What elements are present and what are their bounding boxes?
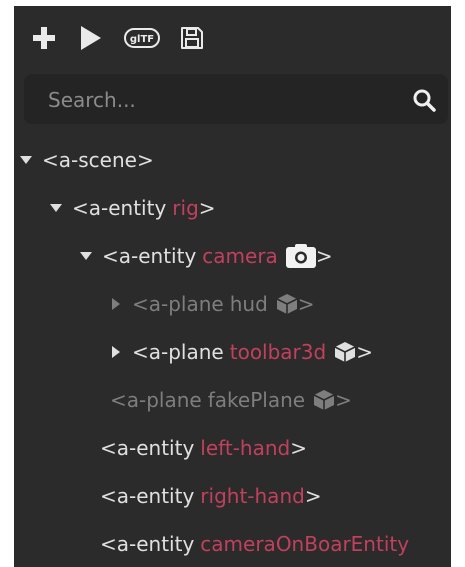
entity-id: toolbar3d bbox=[229, 340, 327, 364]
entity-id: left-hand bbox=[200, 436, 291, 460]
tag-open-bracket: < bbox=[100, 436, 117, 460]
toolbar: glTF bbox=[14, 6, 451, 68]
cube-icon bbox=[313, 389, 335, 411]
tag-close-bracket: > bbox=[290, 436, 307, 460]
tag-name: a-scene bbox=[58, 148, 137, 172]
entity-id: fakePlane bbox=[207, 388, 306, 412]
tag-open-bracket: < bbox=[100, 484, 117, 508]
entity-id: right-hand bbox=[200, 484, 305, 508]
tag-open-bracket: < bbox=[110, 388, 127, 412]
play-button[interactable] bbox=[80, 24, 102, 52]
tag-name: a-entity bbox=[116, 532, 195, 556]
entity-id: hud bbox=[229, 292, 268, 316]
tree-node-hud[interactable]: < a-plane hud > bbox=[14, 280, 451, 328]
tag-open-bracket: < bbox=[72, 196, 89, 220]
expanded-caret-icon[interactable] bbox=[20, 154, 32, 166]
tag-close-bracket: > bbox=[136, 148, 154, 172]
tag-name: a-entity bbox=[116, 484, 195, 508]
plus-icon bbox=[33, 27, 55, 49]
tree-node-toolbar3d[interactable]: < a-plane toolbar3d > bbox=[14, 328, 451, 376]
search-icon[interactable] bbox=[412, 88, 436, 112]
tag-open-bracket: < bbox=[102, 244, 119, 268]
camera-icon bbox=[285, 244, 316, 268]
scene-tree: < a-scene > < a-entity rig > < a-entity camera > < a… bbox=[14, 136, 451, 567]
tree-node-cameraOnBoarEntity[interactable]: < a-entity cameraOnBoarEntity bbox=[14, 520, 451, 567]
tag-close-bracket: > bbox=[335, 388, 352, 412]
tree-node-left-hand[interactable]: < a-entity left-hand > bbox=[14, 424, 451, 472]
tag-close-bracket: > bbox=[356, 340, 373, 364]
tag-close-bracket: > bbox=[315, 244, 333, 268]
entity-id: camera bbox=[202, 244, 278, 268]
tag-name: a-entity bbox=[88, 196, 167, 220]
tag-close-bracket: > bbox=[297, 292, 315, 316]
search-box bbox=[24, 74, 448, 126]
gltf-icon-label: glTF bbox=[130, 34, 154, 45]
tag-open-bracket: < bbox=[132, 340, 149, 364]
expanded-caret-icon[interactable] bbox=[50, 202, 62, 214]
tag-open-bracket: < bbox=[100, 532, 117, 556]
search-input[interactable] bbox=[46, 74, 390, 126]
tag-name: a-plane bbox=[126, 388, 202, 412]
tag-name: a-plane bbox=[148, 340, 224, 364]
tag-open-bracket: < bbox=[132, 292, 149, 316]
scene-graph-panel: glTF <a-scene><a-entityrig><a-entitycame… bbox=[14, 6, 451, 567]
tree-node-camera[interactable]: < a-entity camera > bbox=[14, 232, 451, 280]
tag-close-bracket: > bbox=[198, 196, 216, 220]
gltf-icon: glTF bbox=[124, 28, 160, 48]
add-entity-button[interactable] bbox=[32, 24, 56, 52]
collapsed-caret-icon[interactable] bbox=[110, 346, 122, 358]
expanded-caret-icon[interactable] bbox=[80, 250, 92, 262]
tree-node-fakePlane[interactable]: < a-plane fakePlane > bbox=[14, 376, 451, 424]
tag-name: a-plane bbox=[148, 292, 224, 316]
entity-id: cameraOnBoarEntity bbox=[200, 532, 410, 556]
tag-close-bracket: > bbox=[304, 484, 322, 508]
cube-icon bbox=[276, 293, 298, 315]
save-button[interactable] bbox=[180, 24, 204, 52]
floppy-disk-icon bbox=[181, 27, 203, 49]
gltf-export-button[interactable]: glTF bbox=[124, 24, 160, 52]
tree-node-rig[interactable]: < a-entity rig > bbox=[14, 184, 451, 232]
entity-id: rig bbox=[172, 196, 199, 220]
play-icon bbox=[81, 26, 101, 50]
collapsed-caret-icon[interactable] bbox=[110, 298, 122, 310]
tag-name: a-entity bbox=[118, 244, 197, 268]
tag-open-bracket: < bbox=[42, 148, 59, 172]
tree-node-right-hand[interactable]: < a-entity right-hand > bbox=[14, 472, 451, 520]
tag-name: a-entity bbox=[116, 436, 195, 460]
tree-node-a-scene[interactable]: < a-scene > bbox=[14, 136, 450, 184]
cube-icon bbox=[334, 341, 356, 363]
